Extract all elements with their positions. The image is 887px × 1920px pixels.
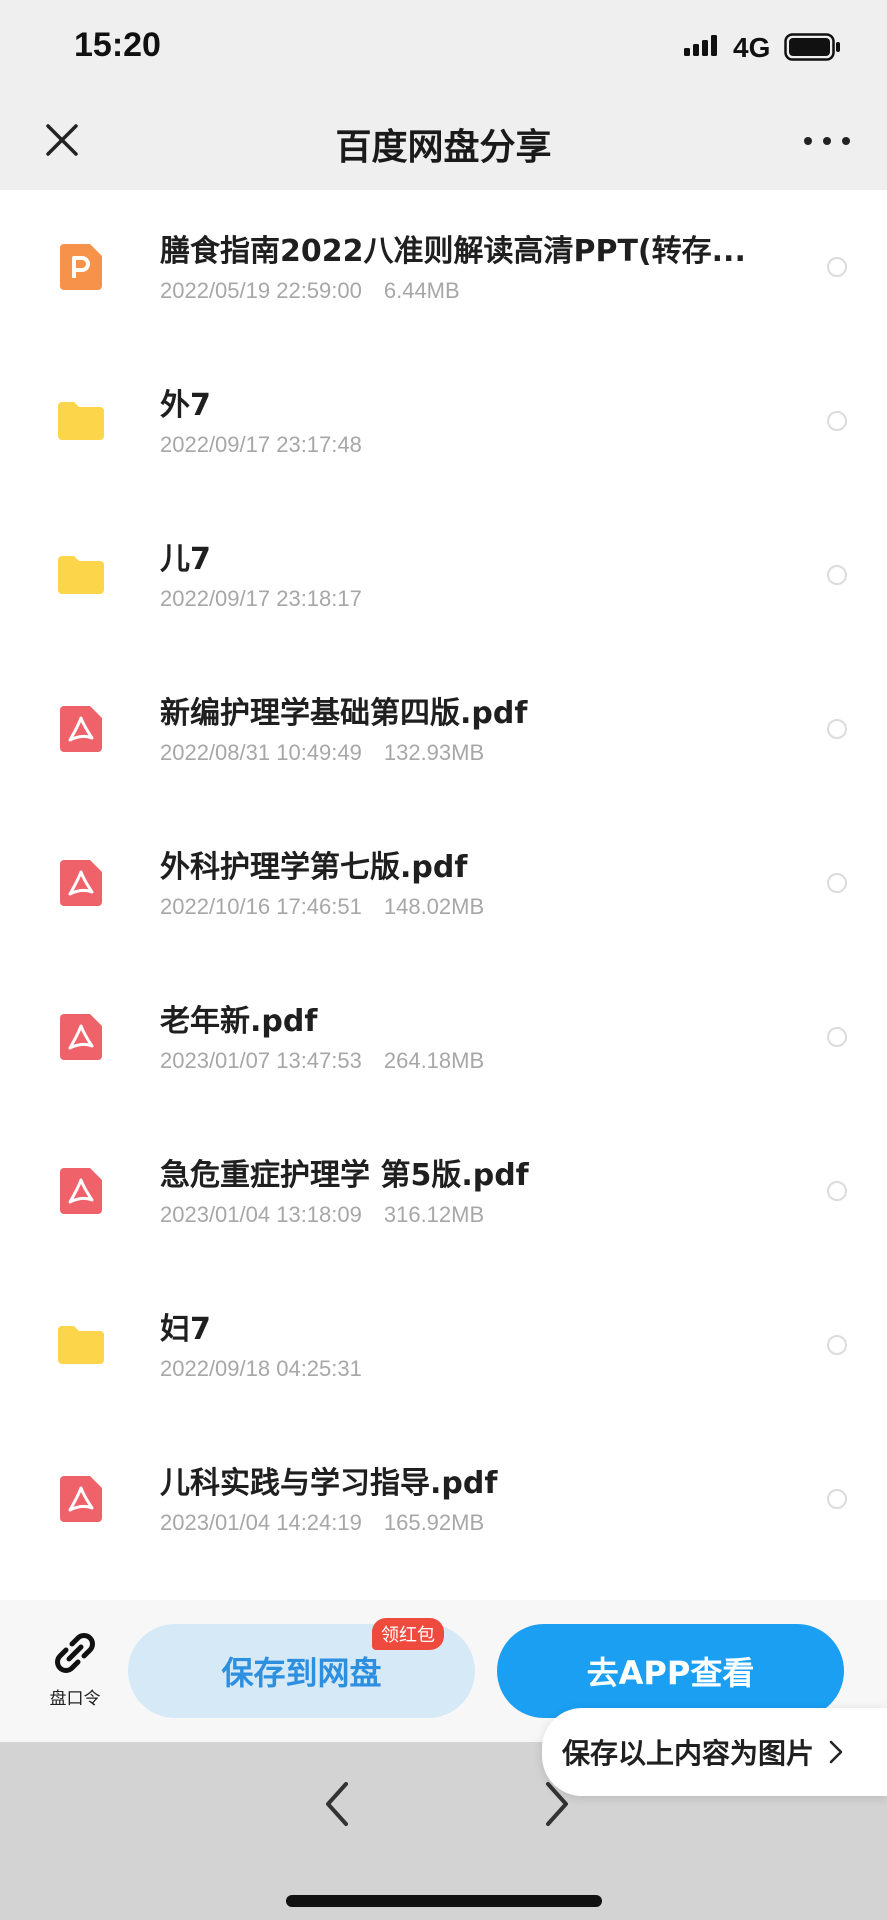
pdf-file-icon bbox=[56, 858, 106, 908]
network-label: 4G bbox=[733, 32, 771, 63]
status-bar: 15:20 4G bbox=[0, 0, 887, 96]
select-radio[interactable] bbox=[827, 1489, 847, 1509]
file-name: 急危重症护理学 第5版.pdf bbox=[160, 1158, 529, 1193]
battery-icon bbox=[784, 33, 842, 65]
red-packet-badge: 领红包 bbox=[372, 1618, 444, 1650]
more-icon bbox=[804, 137, 850, 145]
file-date: 2022/05/19 22:59:00 bbox=[160, 278, 362, 303]
pdf-file-icon bbox=[56, 1012, 106, 1062]
file-size: 316.12MB bbox=[383, 1202, 485, 1227]
folder-icon bbox=[56, 1320, 106, 1370]
select-radio[interactable] bbox=[827, 1181, 847, 1201]
link-code-button[interactable]: 盘口令 bbox=[40, 1630, 110, 1709]
status-time: 15:20 bbox=[74, 26, 161, 64]
file-size: 132.93MB bbox=[383, 740, 485, 765]
back-button[interactable] bbox=[318, 1774, 358, 1834]
file-list: 膳食指南2022八准则解读高清PPT(转存... 2022/05/19 22:5… bbox=[0, 190, 887, 1576]
file-date: 2022/09/18 04:25:31 bbox=[160, 1356, 362, 1381]
more-button[interactable] bbox=[800, 126, 854, 156]
file-name: 新编护理学基础第四版.pdf bbox=[160, 696, 528, 731]
ppt-file-icon bbox=[56, 242, 106, 292]
file-row[interactable]: 儿科实践与学习指导.pdf 2023/01/04 14:24:19 165.92M… bbox=[0, 1422, 887, 1576]
file-date: 2022/09/17 23:17:48 bbox=[160, 432, 362, 457]
link-code-label: 盘口令 bbox=[49, 1689, 101, 1709]
select-radio[interactable] bbox=[827, 1027, 847, 1047]
file-date: 2023/01/04 13:18:09 bbox=[160, 1202, 362, 1227]
file-name: 外科护理学第七版.pdf bbox=[160, 850, 468, 885]
folder-icon bbox=[56, 396, 106, 446]
file-name: 妇7 bbox=[160, 1312, 211, 1347]
signal-icon bbox=[684, 34, 724, 60]
file-name: 外7 bbox=[160, 388, 211, 423]
file-size: 165.92MB bbox=[383, 1510, 485, 1535]
home-indicator bbox=[286, 1895, 602, 1907]
file-size: 6.44MB bbox=[383, 278, 460, 303]
chevron-right-icon bbox=[829, 1740, 843, 1764]
file-date: 2023/01/04 14:24:19 bbox=[160, 1510, 362, 1535]
save-as-image-button[interactable]: 保存以上内容为图片 bbox=[542, 1708, 887, 1796]
file-size: 264.18MB bbox=[383, 1048, 485, 1073]
select-radio[interactable] bbox=[827, 873, 847, 893]
file-row[interactable]: 膳食指南2022八准则解读高清PPT(转存... 2022/05/19 22:5… bbox=[0, 190, 887, 344]
file-meta: 2022/09/17 23:17:48 bbox=[160, 432, 362, 458]
file-name: 儿7 bbox=[160, 542, 211, 577]
file-meta: 2022/08/31 10:49:49 132.93MB bbox=[160, 740, 484, 766]
file-meta: 2023/01/04 13:18:09 316.12MB bbox=[160, 1202, 484, 1228]
page-title: 百度网盘分享 bbox=[335, 127, 552, 168]
select-radio[interactable] bbox=[827, 719, 847, 739]
file-row[interactable]: 外科护理学第七版.pdf 2022/10/16 17:46:51 148.02MB bbox=[0, 806, 887, 960]
file-date: 2022/10/16 17:46:51 bbox=[160, 894, 362, 919]
file-row[interactable]: 妇7 2022/09/18 04:25:31 bbox=[0, 1268, 887, 1422]
file-meta: 2023/01/07 13:47:53 264.18MB bbox=[160, 1048, 484, 1074]
select-radio[interactable] bbox=[827, 565, 847, 585]
file-row[interactable]: 老年新.pdf 2023/01/07 13:47:53 264.18MB bbox=[0, 960, 887, 1114]
folder-icon bbox=[56, 550, 106, 600]
file-meta: 2022/05/19 22:59:00 6.44MB bbox=[160, 278, 460, 304]
file-meta: 2023/01/04 14:24:19 165.92MB bbox=[160, 1510, 484, 1536]
select-radio[interactable] bbox=[827, 1335, 847, 1355]
file-meta: 2022/09/17 23:18:17 bbox=[160, 586, 362, 612]
file-meta: 2022/10/16 17:46:51 148.02MB bbox=[160, 894, 484, 920]
open-in-app-button[interactable]: 去APP查看 bbox=[497, 1624, 844, 1718]
file-row[interactable]: 急危重症护理学 第5版.pdf 2023/01/04 13:18:09 316.1… bbox=[0, 1114, 887, 1268]
file-name: 老年新.pdf bbox=[160, 1004, 318, 1039]
pdf-file-icon bbox=[56, 704, 106, 754]
pdf-file-icon bbox=[56, 1166, 106, 1216]
select-radio[interactable] bbox=[827, 257, 847, 277]
file-date: 2022/09/17 23:18:17 bbox=[160, 586, 362, 611]
link-icon bbox=[55, 1633, 95, 1673]
file-date: 2023/01/07 13:47:53 bbox=[160, 1048, 362, 1073]
file-date: 2022/08/31 10:49:49 bbox=[160, 740, 362, 765]
file-name: 膳食指南2022八准则解读高清PPT(转存... bbox=[160, 234, 746, 269]
file-row[interactable]: 儿7 2022/09/17 23:18:17 bbox=[0, 498, 887, 652]
file-meta: 2022/09/18 04:25:31 bbox=[160, 1356, 362, 1382]
pdf-file-icon bbox=[56, 1474, 106, 1524]
chevron-left-icon bbox=[326, 1782, 348, 1826]
file-row[interactable]: 外7 2022/09/17 23:17:48 bbox=[0, 344, 887, 498]
nav-bar: 百度网盘分享 bbox=[0, 96, 887, 190]
select-radio[interactable] bbox=[827, 411, 847, 431]
save-as-image-label: 保存以上内容为图片 bbox=[562, 1737, 815, 1770]
file-size: 148.02MB bbox=[383, 894, 485, 919]
file-row[interactable]: 新编护理学基础第四版.pdf 2022/08/31 10:49:49 132.93… bbox=[0, 652, 887, 806]
file-name: 儿科实践与学习指导.pdf bbox=[160, 1466, 498, 1501]
